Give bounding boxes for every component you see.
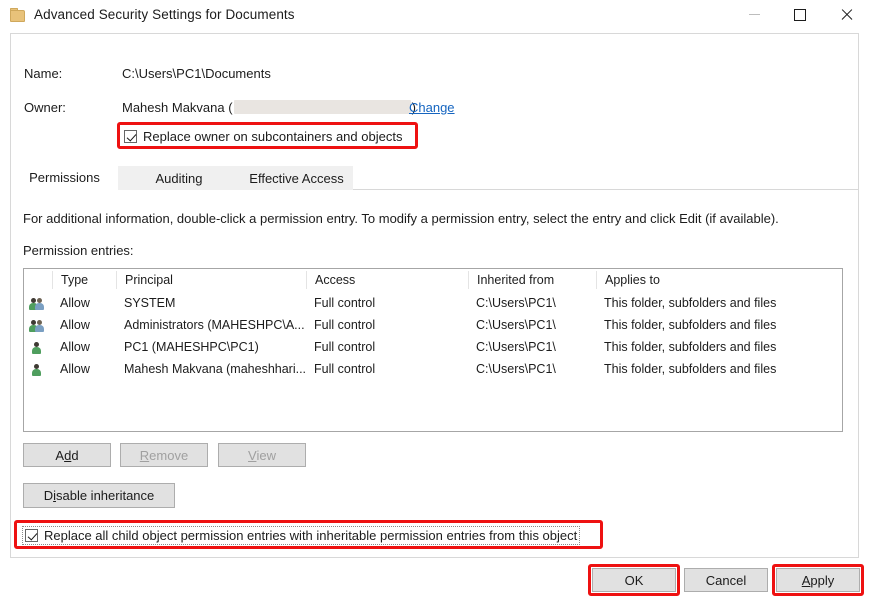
cancel-button-label: Cancel <box>706 573 746 588</box>
cell-access: Full control <box>306 318 468 332</box>
tab-strip: Permissions Auditing Effective Access <box>11 166 858 190</box>
cell-access: Full control <box>306 340 468 354</box>
table-row[interactable]: Allow SYSTEM Full control C:\Users\PC1\ … <box>24 292 842 314</box>
cell-applies-to: This folder, subfolders and files <box>596 318 840 332</box>
name-label: Name: <box>24 66 62 81</box>
tab-auditing[interactable]: Auditing <box>118 166 240 190</box>
folder-icon <box>9 7 25 23</box>
tab-permissions[interactable]: Permissions <box>11 166 118 190</box>
tab-effective-access-label: Effective Access <box>249 171 343 186</box>
cell-inherited-from: C:\Users\PC1\ <box>468 318 596 332</box>
tab-permissions-label: Permissions <box>29 170 100 185</box>
owner-redaction-bar <box>234 100 411 114</box>
add-button[interactable]: Add <box>23 443 111 467</box>
group-icon <box>24 294 52 312</box>
info-text: For additional information, double-click… <box>23 211 779 226</box>
cell-applies-to: This folder, subfolders and files <box>596 340 840 354</box>
change-owner-link[interactable]: Change <box>409 100 455 115</box>
user-icon <box>24 360 52 378</box>
close-button[interactable] <box>823 0 869 29</box>
cell-inherited-from: C:\Users\PC1\ <box>468 296 596 310</box>
table-row[interactable]: Allow Administrators (MAHESHPC\A... Full… <box>24 314 842 336</box>
owner-value: Mahesh Makvana () <box>122 100 416 115</box>
title-bar: Advanced Security Settings for Documents <box>0 0 869 29</box>
column-header-icon[interactable] <box>24 271 52 289</box>
column-header-applies-to[interactable]: Applies to <box>596 271 840 289</box>
minimize-button[interactable] <box>731 0 777 29</box>
permission-entries-table[interactable]: Type Principal Access Inherited from App… <box>23 268 843 432</box>
checkbox-box[interactable] <box>25 529 38 542</box>
replace-child-permissions-label: Replace all child object permission entr… <box>44 528 577 543</box>
tab-auditing-label: Auditing <box>156 171 203 186</box>
replace-owner-checkbox[interactable]: Replace owner on subcontainers and objec… <box>124 129 402 144</box>
replace-child-permissions-checkbox[interactable]: Replace all child object permission entr… <box>22 526 580 545</box>
cell-principal: Mahesh Makvana (maheshhari... <box>116 362 306 376</box>
owner-name: Mahesh Makvana ( <box>122 100 233 115</box>
checkbox-box[interactable] <box>124 130 137 143</box>
cell-principal: Administrators (MAHESHPC\A... <box>116 318 306 332</box>
apply-button-label: Apply <box>802 573 835 588</box>
cell-inherited-from: C:\Users\PC1\ <box>468 340 596 354</box>
column-header-access[interactable]: Access <box>306 271 468 289</box>
cell-principal: PC1 (MAHESHPC\PC1) <box>116 340 306 354</box>
remove-button-label: Remove <box>140 448 188 463</box>
column-header-type[interactable]: Type <box>52 271 116 289</box>
cell-access: Full control <box>306 362 468 376</box>
apply-button[interactable]: Apply <box>776 568 860 592</box>
view-button-label: View <box>248 448 276 463</box>
cell-type: Allow <box>52 318 116 332</box>
column-header-inherited-from[interactable]: Inherited from <box>468 271 596 289</box>
ok-button-label: OK <box>625 573 644 588</box>
replace-owner-label: Replace owner on subcontainers and objec… <box>143 129 402 144</box>
cell-inherited-from: C:\Users\PC1\ <box>468 362 596 376</box>
table-header-row: Type Principal Access Inherited from App… <box>24 269 842 292</box>
cancel-button[interactable]: Cancel <box>684 568 768 592</box>
cell-type: Allow <box>52 362 116 376</box>
add-button-label: Add <box>55 448 78 463</box>
cell-principal: SYSTEM <box>116 296 306 310</box>
user-icon <box>24 338 52 356</box>
disable-inheritance-button[interactable]: Disable inheritance <box>23 483 175 508</box>
cell-applies-to: This folder, subfolders and files <box>596 296 840 310</box>
window-title: Advanced Security Settings for Documents <box>34 7 295 22</box>
tab-effective-access[interactable]: Effective Access <box>240 166 353 190</box>
group-icon <box>24 316 52 334</box>
view-button[interactable]: View <box>218 443 306 467</box>
remove-button[interactable]: Remove <box>120 443 208 467</box>
column-header-principal[interactable]: Principal <box>116 271 306 289</box>
cell-type: Allow <box>52 340 116 354</box>
disable-inheritance-button-label: Disable inheritance <box>44 488 155 503</box>
owner-label: Owner: <box>24 100 66 115</box>
table-row[interactable]: Allow PC1 (MAHESHPC\PC1) Full control C:… <box>24 336 842 358</box>
permission-entries-label: Permission entries: <box>23 243 134 258</box>
cell-access: Full control <box>306 296 468 310</box>
maximize-button[interactable] <box>777 0 823 29</box>
table-row[interactable]: Allow Mahesh Makvana (maheshhari... Full… <box>24 358 842 380</box>
cell-applies-to: This folder, subfolders and files <box>596 362 840 376</box>
name-value: C:\Users\PC1\Documents <box>122 66 271 81</box>
window-controls <box>731 0 869 29</box>
ok-button[interactable]: OK <box>592 568 676 592</box>
cell-type: Allow <box>52 296 116 310</box>
